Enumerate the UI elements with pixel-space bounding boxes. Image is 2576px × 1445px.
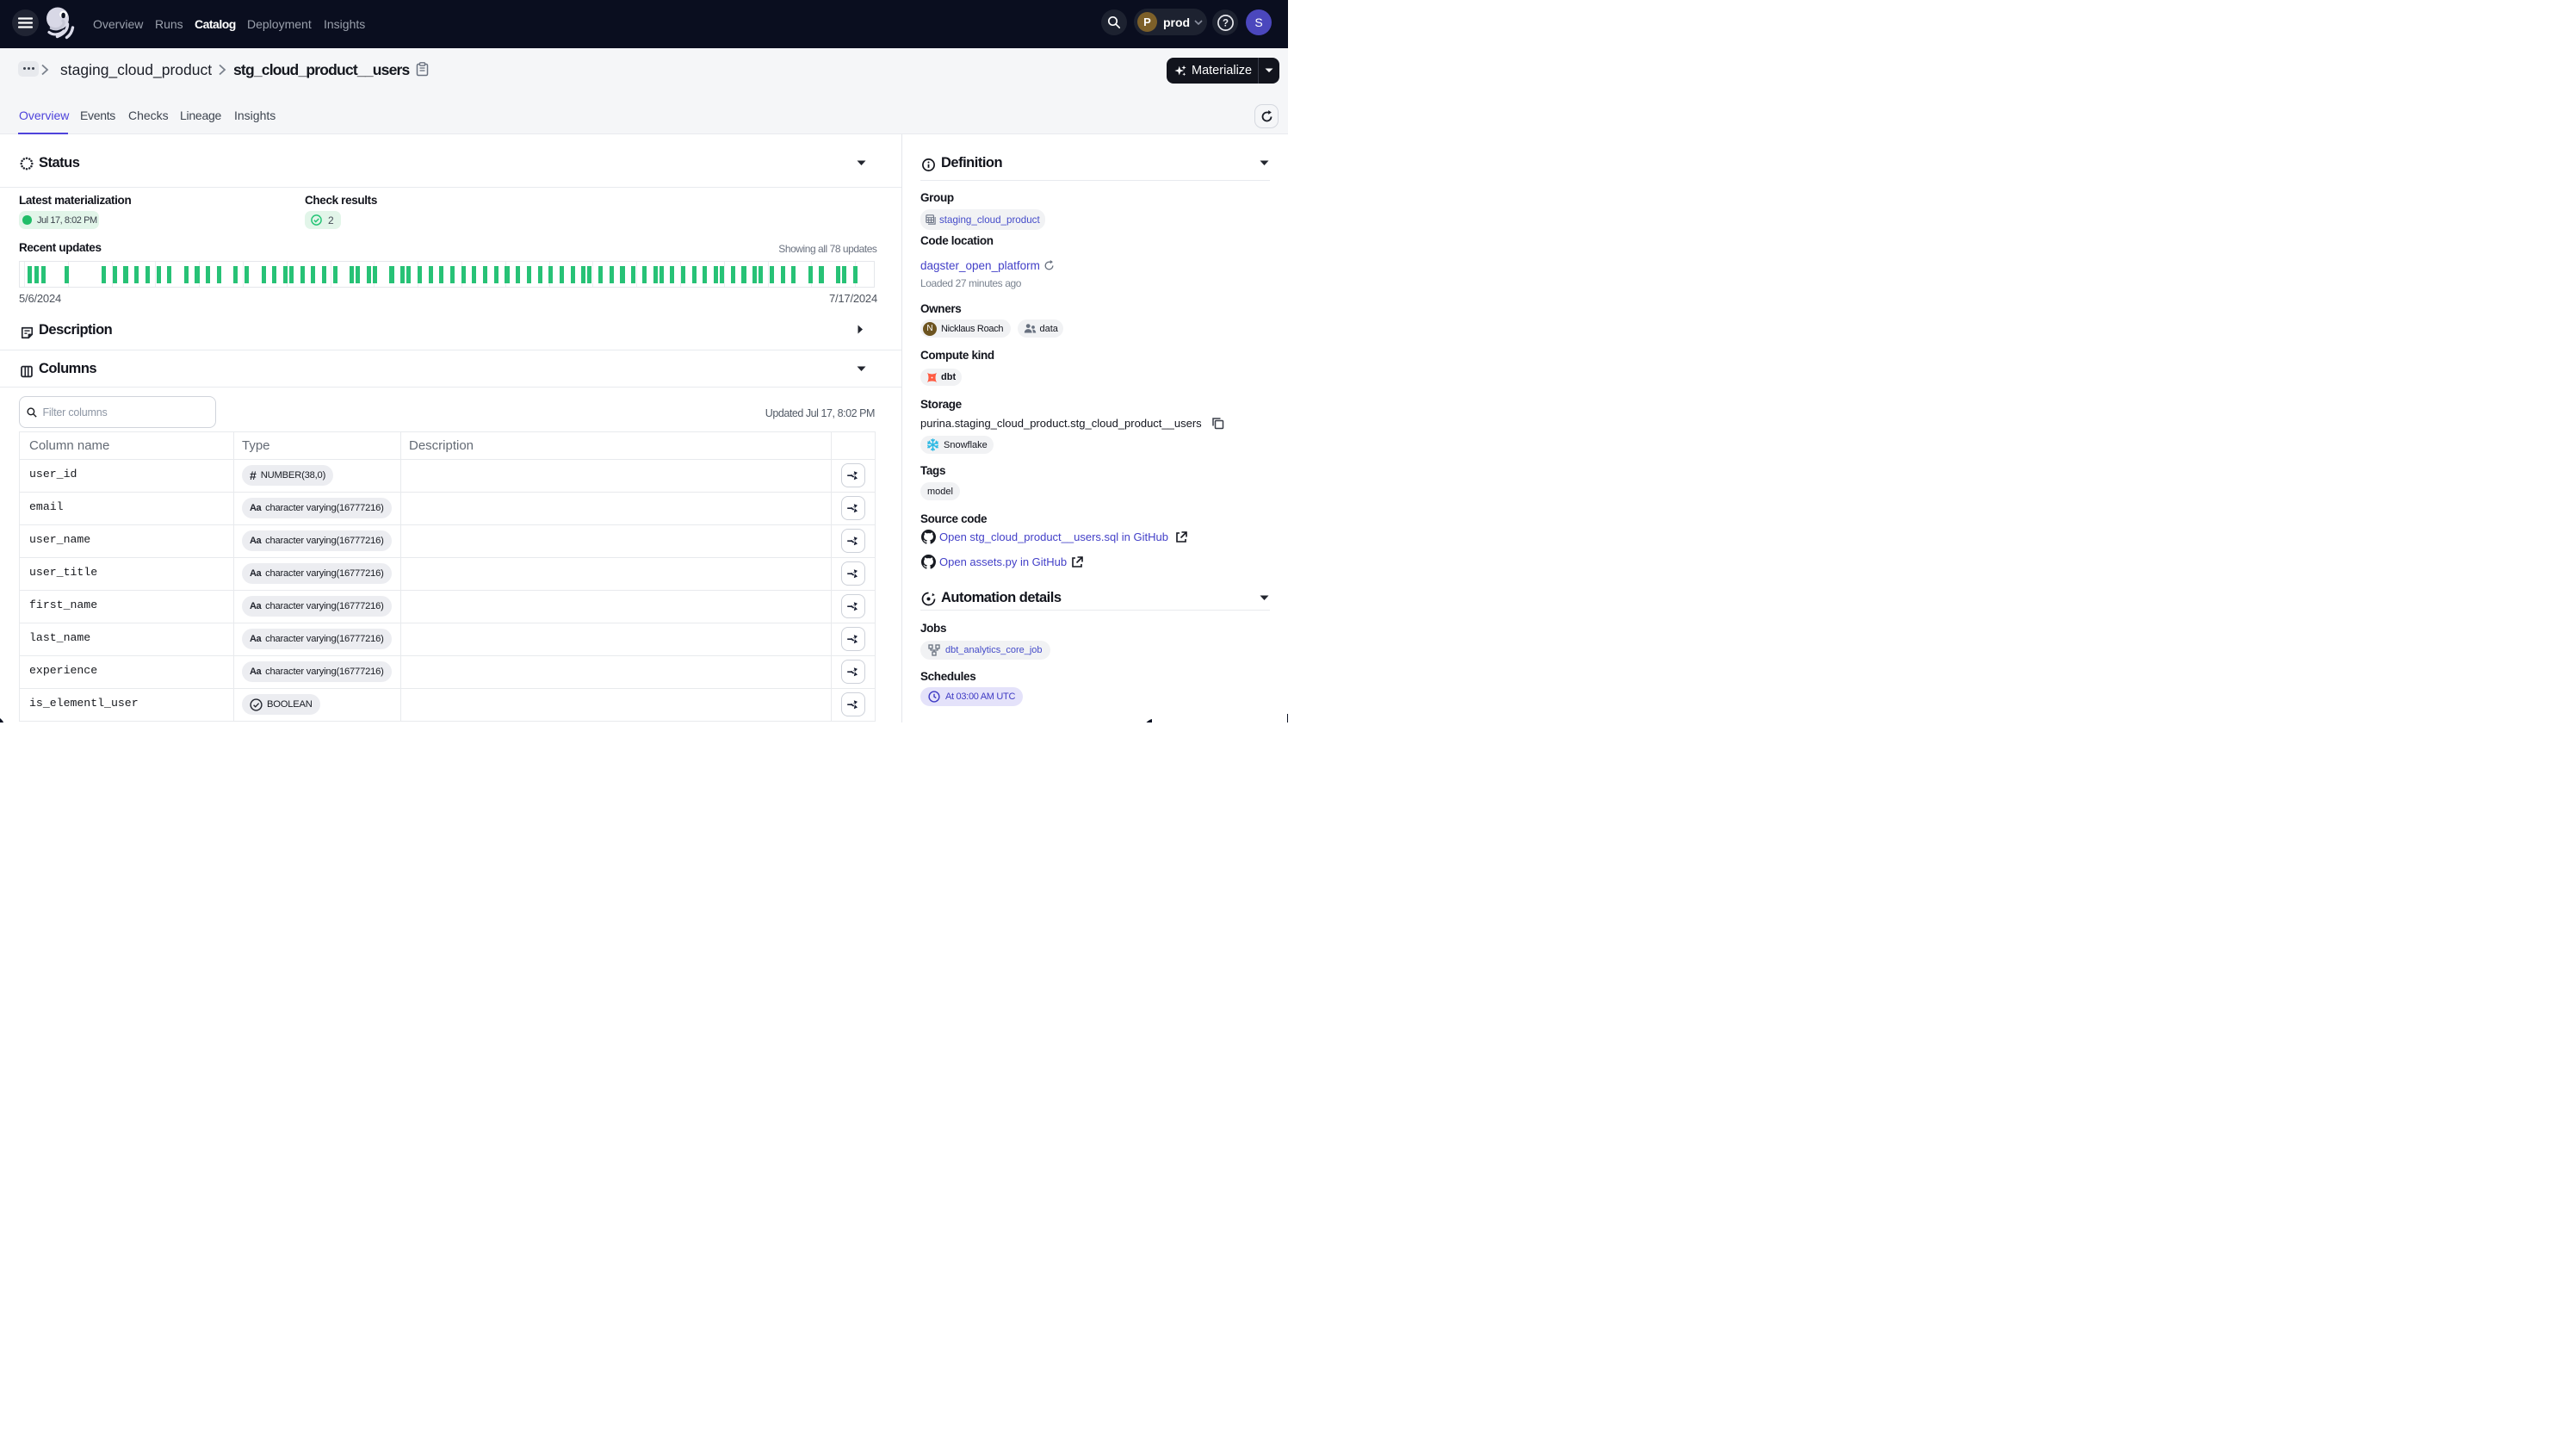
svg-text:?: ? — [1222, 18, 1228, 28]
